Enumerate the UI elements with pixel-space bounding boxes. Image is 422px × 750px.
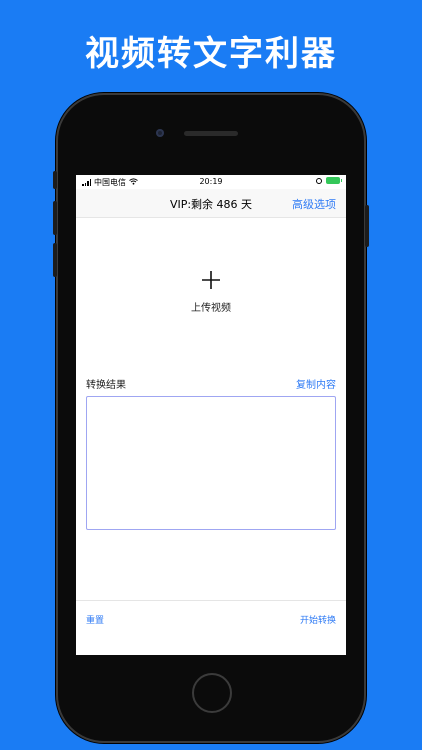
volume-up-button [53, 201, 57, 235]
copy-content-button[interactable]: 复制内容 [296, 376, 336, 391]
advanced-options-button[interactable]: 高级选项 [292, 196, 336, 212]
result-text-area[interactable] [86, 396, 336, 530]
phone-frame: 中国电信 20:19 VIP:剩余 486 天 高级选项 上传视频 转换结果 复 [53, 93, 369, 743]
earpiece-speaker [184, 131, 238, 136]
power-button [365, 205, 369, 247]
status-right [316, 177, 342, 184]
home-button[interactable] [192, 673, 232, 713]
status-bar: 中国电信 20:19 [76, 175, 346, 189]
upload-video-button[interactable]: 上传视频 [76, 267, 346, 314]
reset-button[interactable]: 重置 [86, 613, 104, 626]
promo-title: 视频转文字利器 [85, 34, 337, 74]
battery-icon [326, 177, 342, 184]
navigation-bar: VIP:剩余 486 天 高级选项 [76, 189, 346, 218]
result-header: 转换结果 复制内容 [86, 376, 336, 391]
mute-switch [53, 171, 57, 189]
orientation-lock-icon [316, 177, 322, 184]
result-label: 转换结果 [86, 380, 126, 391]
app-screen: 中国电信 20:19 VIP:剩余 486 天 高级选项 上传视频 转换结果 复 [76, 175, 346, 655]
start-convert-button[interactable]: 开始转换 [300, 613, 336, 626]
bottom-toolbar: 重置 开始转换 [76, 600, 346, 631]
status-time: 20:19 [199, 177, 223, 186]
upload-video-label: 上传视频 [191, 303, 231, 314]
front-camera [156, 129, 164, 137]
plus-icon [76, 267, 346, 295]
volume-down-button [53, 243, 57, 277]
